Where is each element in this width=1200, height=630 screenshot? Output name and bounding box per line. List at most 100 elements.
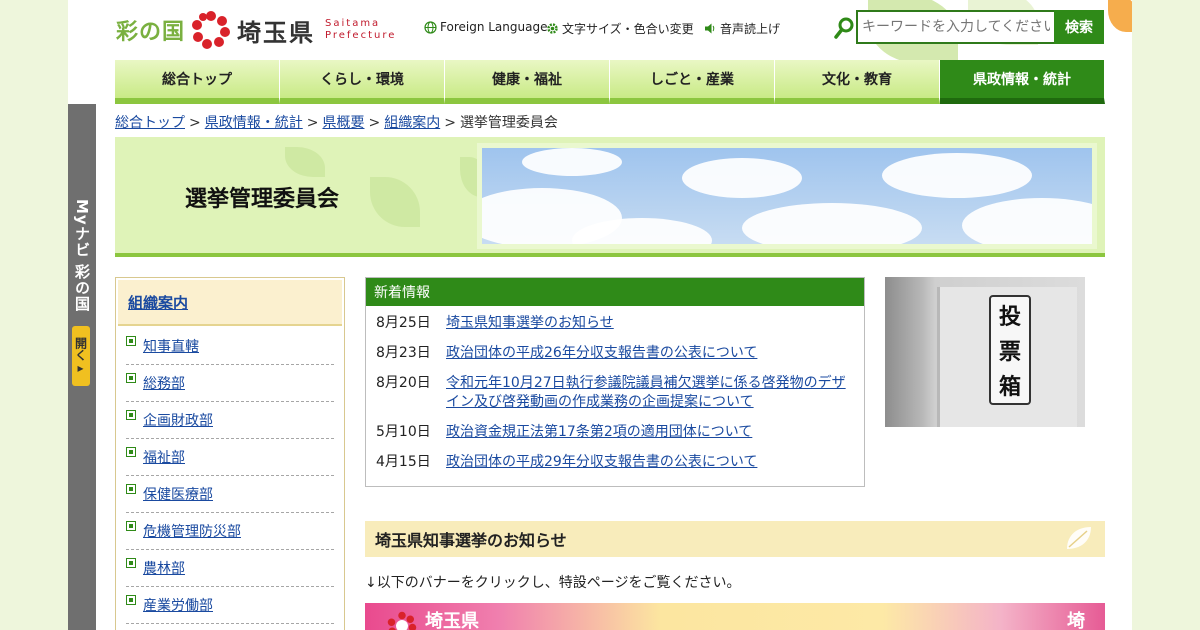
news-link[interactable]: 埼玉県知事選挙のお知らせ (446, 314, 846, 333)
news-date: 4月15日 (376, 454, 431, 470)
voice-read-label: 音声読上げ (720, 22, 781, 36)
bullet-icon (126, 558, 136, 568)
foreign-language-link[interactable]: Foreign Language (424, 20, 547, 34)
side-menu-link-welfare[interactable]: 福祉部 (143, 447, 185, 467)
side-menu-item: 危機管理防災部 (126, 513, 334, 550)
section-heading: 埼玉県知事選挙のお知らせ (365, 521, 1105, 557)
side-menu-heading: 組織案内 (118, 280, 342, 326)
page-banner: 選挙管理委員会 (115, 137, 1105, 257)
header-leaf-decoration (1108, 0, 1132, 32)
side-menu-item: 総務部 (126, 365, 334, 402)
site-logo[interactable]: 彩の国 埼玉県 Saitama Prefecture (116, 8, 396, 52)
mynavi-open-button[interactable]: 開く▸ (72, 326, 90, 386)
side-menu-link-planning-finance[interactable]: 企画財政部 (143, 410, 213, 430)
ballot-char: 箱 (998, 375, 1021, 401)
ballot-box-label: 投 票 箱 (989, 295, 1031, 405)
nav-item-living[interactable]: くらし・環境 (280, 60, 445, 104)
nav-item-health[interactable]: 健康・福祉 (445, 60, 610, 104)
speaker-icon (704, 22, 717, 35)
news-link[interactable]: 政治団体の平成29年分収支報告書の公表について (446, 453, 846, 472)
foreign-language-label: Foreign Language (440, 20, 548, 34)
breadcrumb-separator: > (306, 115, 319, 131)
breadcrumb-link-top[interactable]: 総合トップ (115, 115, 185, 131)
bullet-icon (126, 410, 136, 420)
gear-icon (546, 22, 559, 35)
search-input[interactable] (856, 10, 1056, 44)
banner-leaf-decoration (285, 147, 325, 177)
mynavi-tab[interactable]: Myナビ 彩の国 開く▸ (68, 104, 96, 630)
news-date: 8月20日 (376, 375, 431, 391)
news-list: 8月25日 埼玉県知事選挙のお知らせ 8月23日 政治団体の平成26年分収支報告書の… (366, 306, 864, 472)
ballot-char: 投 (998, 304, 1021, 330)
bullet-icon (126, 373, 136, 383)
side-menu-item: 産業労働部 (126, 587, 334, 624)
logo-ken-text: 埼玉県 (237, 17, 316, 47)
news-item: 5月10日 政治資金規正法第17条第2項の適用団体について (376, 423, 864, 442)
side-menu-link-governor[interactable]: 知事直轄 (143, 336, 199, 356)
nav-item-government[interactable]: 県政情報・統計 (940, 60, 1105, 104)
nav-item-culture[interactable]: 文化・教育 (775, 60, 940, 104)
search-button[interactable]: 検索 (1054, 10, 1104, 44)
nav-item-top[interactable]: 総合トップ (115, 60, 280, 104)
breadcrumb-link-overview[interactable]: 県概要 (322, 115, 364, 131)
news-date: 8月23日 (376, 345, 431, 361)
search-icon (834, 16, 856, 40)
nav-item-work[interactable]: しごと・産業 (610, 60, 775, 104)
bullet-icon (126, 521, 136, 531)
page-background-left (0, 0, 68, 630)
breadcrumb-current: 選挙管理委員会 (459, 115, 558, 131)
news-link[interactable]: 令和元年10月27日執行参議院議員補欠選挙に係る啓発物のデザイン及び啓発動画の作… (446, 374, 846, 412)
section-heading-text: 埼玉県知事選挙のお知らせ (375, 531, 567, 550)
news-item: 4月15日 政治団体の平成29年分収支報告書の公表について (376, 453, 864, 472)
ballot-char: 票 (998, 339, 1021, 365)
breadcrumb-link-organization[interactable]: 組織案内 (384, 115, 440, 131)
side-menu-item: 知事直轄 (126, 328, 334, 365)
logo-en-line2: Prefecture (325, 30, 397, 41)
voice-read-link[interactable]: 音声読上げ (704, 20, 780, 37)
logo-kuni-text: 彩の国 (116, 19, 186, 45)
side-menu-heading-link[interactable]: 組織案内 (128, 292, 188, 313)
news-link[interactable]: 政治団体の平成26年分収支報告書の公表について (446, 344, 846, 363)
emblem-icon (387, 611, 417, 630)
text-size-color-label: 文字サイズ・色合い変更 (562, 22, 694, 36)
mynavi-label: Myナビ 彩の国 (73, 199, 91, 312)
news-date: 5月10日 (376, 424, 431, 440)
side-menu-link-agriculture[interactable]: 農林部 (143, 558, 185, 578)
bullet-icon (126, 484, 136, 494)
breadcrumb-separator: > (189, 115, 201, 131)
global-nav: 総合トップ くらし・環境 健康・福祉 しごと・産業 文化・教育 県政情報・統計 (115, 60, 1105, 104)
news-item: 8月23日 政治団体の平成26年分収支報告書の公表について (376, 344, 864, 363)
side-menu-link-industry[interactable]: 産業労働部 (143, 595, 213, 615)
bullet-icon (126, 336, 136, 346)
side-menu-link-crisis[interactable]: 危機管理防災部 (143, 521, 241, 541)
side-menu-item: 農林部 (126, 550, 334, 587)
logo-english-text: Saitama Prefecture (325, 18, 396, 42)
globe-icon (424, 20, 437, 34)
side-menu-link-health[interactable]: 保健医療部 (143, 484, 213, 504)
leaf-icon (1063, 525, 1095, 557)
page-title: 選挙管理委員会 (185, 187, 340, 212)
text-size-color-link[interactable]: 文字サイズ・色合い変更 (546, 20, 694, 37)
breadcrumb: 総合トップ > 県政情報・統計 > 県概要 > 組織案内 > 選挙管理委員会 (115, 112, 558, 132)
news-date: 8月25日 (376, 315, 431, 331)
side-menu-item: 福祉部 (126, 439, 334, 476)
news-item: 8月20日 令和元年10月27日執行参議院議員補欠選挙に係る啓発物のデザイン及び啓… (376, 374, 864, 412)
banner-leaf-decoration (370, 177, 420, 227)
page-background-right (1132, 0, 1200, 630)
promo-left-text: 埼玉県 (425, 611, 479, 630)
news-link[interactable]: 政治資金規正法第17条第2項の適用団体について (446, 423, 846, 442)
news-panel: 新着情報 8月25日 埼玉県知事選挙のお知らせ 8月23日 政治団体の平成26年分収… (365, 277, 865, 487)
side-menu: 組織案内 知事直轄 総務部 企画財政部 福祉部 保健医療部 危機管理防災部 農林… (115, 277, 345, 630)
news-heading: 新着情報 (366, 278, 864, 306)
news-item: 8月25日 埼玉県知事選挙のお知らせ (376, 314, 864, 333)
promo-right-text: 埼 (1067, 611, 1085, 630)
side-menu-link-general-affairs[interactable]: 総務部 (143, 373, 185, 393)
election-banner-link[interactable]: 埼玉県 埼 (365, 603, 1105, 630)
banner-sky-image (477, 143, 1097, 249)
ballot-box-photo: 投 票 箱 (885, 277, 1085, 427)
breadcrumb-link-government[interactable]: 県政情報・統計 (205, 115, 303, 131)
bullet-icon (126, 595, 136, 605)
section-text: ↓以下のバナーをクリックし、特設ページをご覧ください。 (365, 575, 741, 591)
logo-en-line1: Saitama (325, 18, 381, 29)
breadcrumb-separator: > (368, 115, 381, 131)
